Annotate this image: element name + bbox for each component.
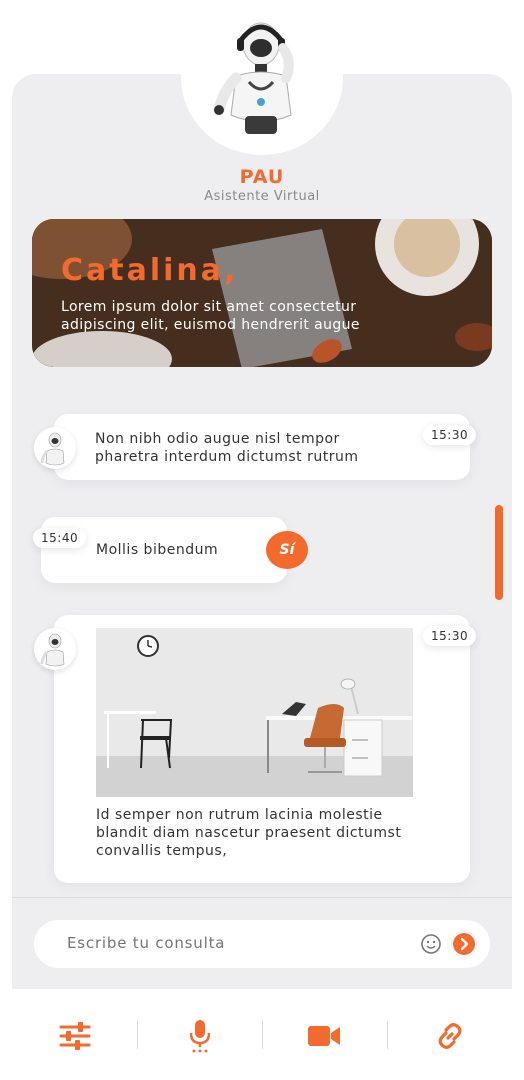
- composer-box: [34, 920, 490, 968]
- video-call-button[interactable]: [304, 1016, 344, 1056]
- message-time: 15:30: [423, 626, 477, 646]
- message-input[interactable]: [67, 934, 407, 952]
- chevron-right-icon: [460, 937, 469, 951]
- welcome-banner: Catalina, Lorem ipsum dolor sit amet con…: [32, 219, 492, 367]
- user-badge: Sí: [266, 531, 308, 569]
- banner-background-image: [32, 219, 492, 367]
- video-camera-icon: [308, 1026, 340, 1046]
- link-icon: [438, 1023, 462, 1049]
- bot-message-text: Id semper non rutrum lacinia molestie bl…: [96, 807, 402, 859]
- sliders-icon: [59, 1022, 91, 1050]
- link-button[interactable]: [430, 1016, 470, 1056]
- banner-user-name: Catalina,: [61, 253, 239, 288]
- toolbar-divider: [137, 1021, 138, 1049]
- settings-button[interactable]: [55, 1016, 95, 1056]
- emoji-icon[interactable]: [420, 933, 442, 955]
- office-photo[interactable]: [96, 628, 413, 797]
- robot-icon: [40, 432, 65, 466]
- robot-icon: [40, 633, 65, 667]
- toolbar-divider: [262, 1021, 263, 1049]
- bot-avatar: [34, 427, 76, 469]
- banner-text: Lorem ipsum dolor sit amet consectetur a…: [61, 299, 360, 333]
- assistant-avatar: [181, 0, 343, 155]
- microphone-button[interactable]: [180, 1016, 220, 1056]
- robot-icon: [213, 22, 294, 134]
- assistant-name: PAU: [239, 166, 285, 188]
- bot-avatar: [34, 628, 76, 670]
- message-time: 15:40: [33, 528, 87, 548]
- microphone-icon: [189, 1020, 211, 1053]
- chat-scrollbar[interactable]: [495, 505, 503, 600]
- toolbar-divider: [387, 1021, 388, 1049]
- bot-message-text: Non nibh odio augue nisl tempor pharetra…: [95, 431, 359, 465]
- assistant-role: Asistente Virtual: [204, 189, 320, 204]
- message-time: 15:30: [423, 425, 477, 445]
- send-button[interactable]: [453, 933, 475, 955]
- user-message-text: Mollis bibendum: [96, 542, 219, 558]
